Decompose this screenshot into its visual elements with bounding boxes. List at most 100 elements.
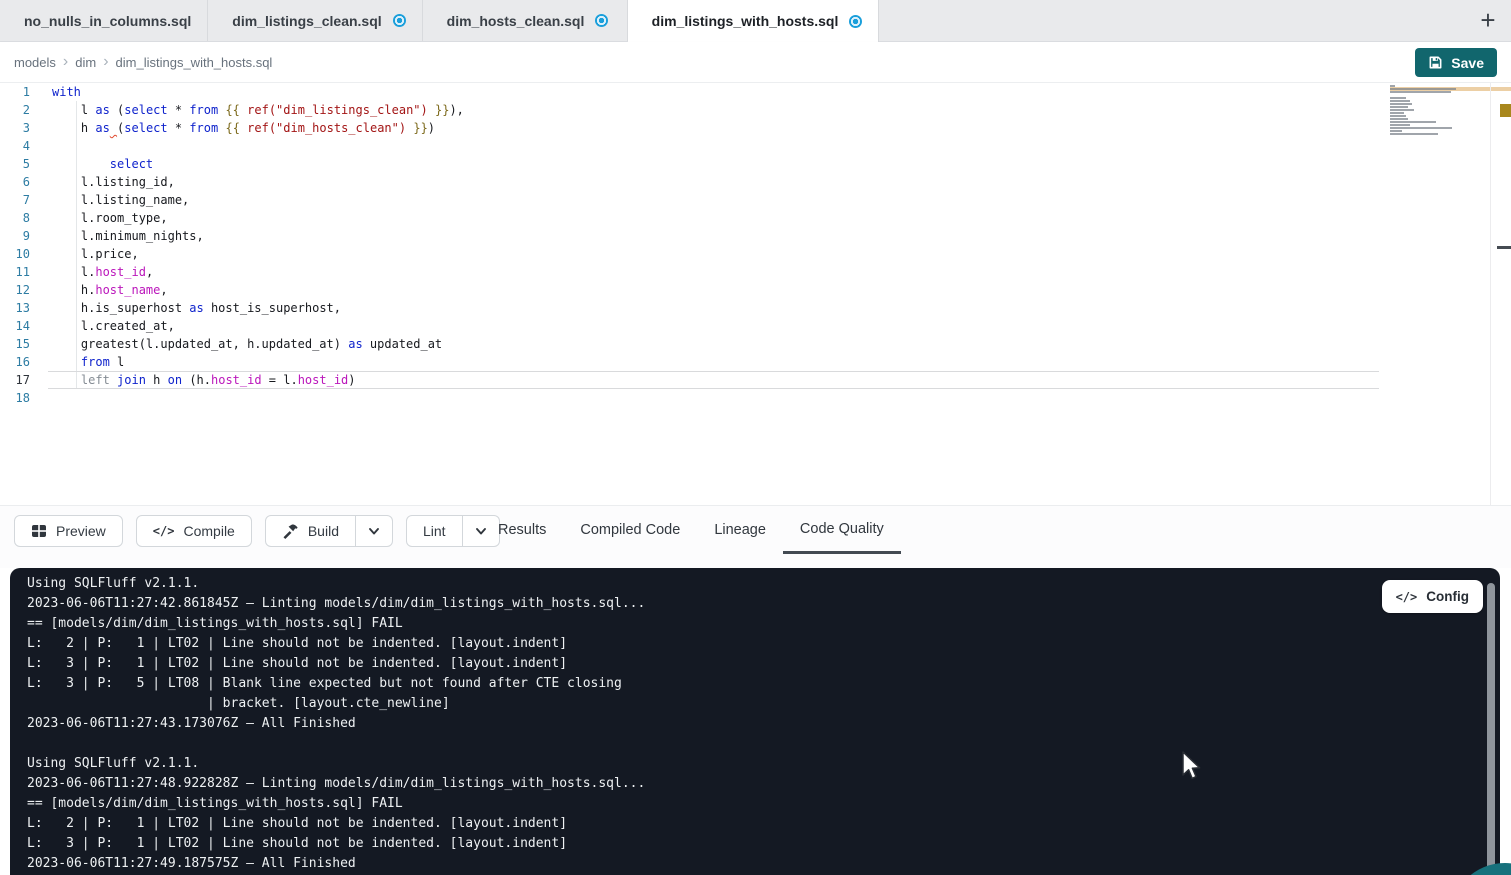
button-group-preview: Preview	[14, 515, 123, 547]
terminal-line	[27, 734, 645, 754]
code-text: greatest(l.updated_at, h.updated_at) as …	[52, 335, 442, 353]
code-line-11[interactable]: 11 l.host_id,	[0, 263, 1511, 281]
line-number: 5	[0, 155, 30, 173]
editor-scrollbar-track	[1490, 83, 1491, 505]
minimap-line	[1390, 91, 1451, 93]
line-number: 10	[0, 245, 30, 263]
tab-code-quality[interactable]: Code Quality	[783, 506, 901, 554]
code-text: from l	[52, 353, 124, 371]
terminal-line: 2023-06-06T11:27:49.187575Z — All Finish…	[27, 854, 645, 874]
code-line-1[interactable]: 1with	[0, 83, 1511, 101]
code-text: h as (select * from {{ ref("dim_hosts_cl…	[52, 119, 435, 137]
terminal-line: L: 3 | P: 1 | LT02 | Line should not be …	[27, 834, 645, 854]
tab-label: dim_hosts_clean.sql	[447, 13, 585, 29]
code-line-18[interactable]: 18	[0, 389, 1511, 407]
overview-position-marker	[1497, 246, 1511, 249]
button-label: Build	[308, 523, 339, 539]
code-line-16[interactable]: 16 from l	[0, 353, 1511, 371]
tab-no-nulls-in-columns-sql[interactable]: no_nulls_in_columns.sql	[0, 0, 208, 41]
modified-dot-icon	[849, 15, 862, 28]
code-line-10[interactable]: 10 l.price,	[0, 245, 1511, 263]
terminal-panel[interactable]: Using SQLFluff v2.1.1. 2023-06-06T11:27:4…	[10, 568, 1500, 875]
breadcrumb-item-dim[interactable]: dim	[75, 55, 96, 70]
code-editor[interactable]: 1with2 l as (select * from {{ ref("dim_l…	[0, 83, 1511, 505]
tab-strip: no_nulls_in_columns.sqldim_listings_clea…	[0, 0, 879, 41]
new-tab-button[interactable]: +	[1465, 0, 1511, 41]
terminal-line: == [models/dim/dim_listings_with_hosts.s…	[27, 794, 645, 814]
save-button[interactable]: Save	[1415, 48, 1497, 77]
code-line-9[interactable]: 9 l.minimum_nights,	[0, 227, 1511, 245]
code-line-13[interactable]: 13 h.is_superhost as host_is_superhost,	[0, 299, 1511, 317]
preview-button[interactable]: Preview	[14, 515, 123, 547]
terminal-line: 2023-06-06T11:27:42.861845Z — Linting mo…	[27, 594, 645, 614]
terminal-line: L: 2 | P: 1 | LT02 | Line should not be …	[27, 814, 645, 834]
minimap-line	[1390, 124, 1410, 126]
code-line-4[interactable]: 4	[0, 137, 1511, 155]
breadcrumb-separator-icon: ›	[63, 54, 68, 70]
breadcrumb-bar: models › dim › dim_listings_with_hosts.sql S…	[0, 42, 1511, 83]
code-line-17[interactable]: 17 left join h on (h.host_id = l.host_id…	[0, 371, 1511, 389]
code-text: l.minimum_nights,	[52, 227, 204, 245]
code-icon: </>	[153, 524, 175, 538]
minimap-line	[1390, 100, 1410, 102]
tab-dim-listings-clean-sql[interactable]: dim_listings_clean.sql	[208, 0, 422, 41]
compile-button[interactable]: </> Compile	[136, 515, 252, 547]
code-text: l as (select * from {{ ref("dim_listings…	[52, 101, 464, 119]
build-dropdown-button[interactable]	[356, 515, 393, 547]
line-number: 1	[0, 83, 30, 101]
action-bar: Preview </> Compile Build Lint ResultsCompil…	[0, 505, 1511, 568]
line-number: 12	[0, 281, 30, 299]
modified-dot-icon	[393, 14, 406, 27]
terminal-output: Using SQLFluff v2.1.1. 2023-06-06T11:27:4…	[27, 574, 645, 874]
terminal-scrollbar[interactable]	[1487, 583, 1495, 875]
toolbar-buttons: Preview </> Compile Build Lint	[14, 515, 500, 547]
tab-dim-listings-with-hosts-sql[interactable]: dim_listings_with_hosts.sql	[628, 0, 880, 42]
terminal-line: == [models/dim/dim_listings_with_hosts.s…	[27, 614, 645, 634]
breadcrumb-item-models[interactable]: models	[14, 55, 56, 70]
code-line-15[interactable]: 15 greatest(l.updated_at, h.updated_at) …	[0, 335, 1511, 353]
code-text: l.listing_id,	[52, 173, 175, 191]
minimap[interactable]	[1390, 85, 1490, 157]
line-number: 4	[0, 137, 30, 155]
code-text: l.created_at,	[52, 317, 175, 335]
lint-button[interactable]: Lint	[406, 515, 463, 547]
code-line-7[interactable]: 7 l.listing_name,	[0, 191, 1511, 209]
result-tabs: ResultsCompiled CodeLineageCode Quality	[481, 506, 901, 554]
code-text: select	[52, 155, 153, 173]
code-text: h.host_name,	[52, 281, 168, 299]
code-line-12[interactable]: 12 h.host_name,	[0, 281, 1511, 299]
code-line-6[interactable]: 6 l.listing_id,	[0, 173, 1511, 191]
tab-compiled-code[interactable]: Compiled Code	[563, 506, 697, 554]
modified-dot-icon	[595, 14, 608, 27]
terminal-line: L: 2 | P: 1 | LT02 | Line should not be …	[27, 634, 645, 654]
minimap-line	[1390, 133, 1438, 135]
tab-lineage[interactable]: Lineage	[697, 506, 783, 554]
code-line-2[interactable]: 2 l as (select * from {{ ref("dim_listin…	[0, 101, 1511, 119]
build-button[interactable]: Build	[265, 515, 356, 547]
breadcrumb-item-dim-listings-with-hosts-sql[interactable]: dim_listings_with_hosts.sql	[116, 55, 273, 70]
minimap-line	[1390, 118, 1408, 120]
save-label: Save	[1451, 55, 1484, 71]
tab-results[interactable]: Results	[481, 506, 563, 554]
code-lines: 1with2 l as (select * from {{ ref("dim_l…	[0, 83, 1511, 407]
line-number: 9	[0, 227, 30, 245]
code-line-8[interactable]: 8 l.room_type,	[0, 209, 1511, 227]
breadcrumb-separator-icon: ›	[103, 54, 108, 70]
line-number: 2	[0, 101, 30, 119]
line-number: 17	[0, 371, 30, 389]
button-label: Compile	[183, 523, 234, 539]
code-line-14[interactable]: 14 l.created_at,	[0, 317, 1511, 335]
minimap-line	[1390, 85, 1395, 87]
overview-warning-marker	[1500, 104, 1511, 117]
minimap-line	[1390, 97, 1406, 99]
hammer-icon	[282, 523, 299, 540]
ide-window: no_nulls_in_columns.sqldim_listings_clea…	[0, 0, 1511, 875]
code-line-3[interactable]: 3 h as (select * from {{ ref("dim_hosts_…	[0, 119, 1511, 137]
minimap-line	[1390, 115, 1406, 117]
code-line-5[interactable]: 5 select	[0, 155, 1511, 173]
terminal-line: Using SQLFluff v2.1.1.	[27, 754, 645, 774]
button-group-build: Build	[265, 515, 393, 547]
config-button[interactable]: </> Config	[1382, 580, 1483, 613]
line-number: 15	[0, 335, 30, 353]
tab-dim-hosts-clean-sql[interactable]: dim_hosts_clean.sql	[423, 0, 628, 41]
